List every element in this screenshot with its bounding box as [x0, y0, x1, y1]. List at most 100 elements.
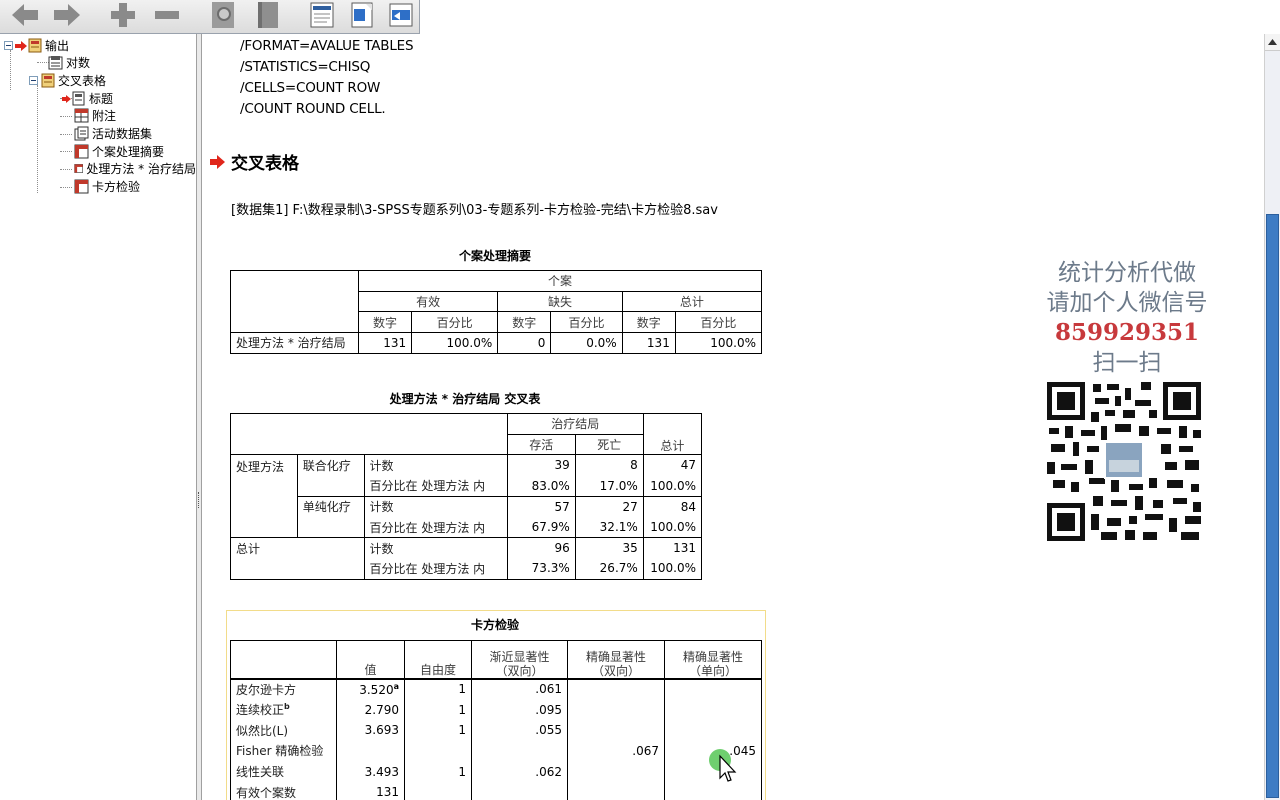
- cell: 131: [357, 332, 413, 354]
- tree-item-output[interactable]: 输出: [4, 37, 69, 54]
- pivot-table-icon: [74, 164, 84, 173]
- scroll-up-arrow-icon[interactable]: [1265, 34, 1280, 51]
- cell: 27: [574, 495, 644, 517]
- row-stat-label: 百分比在 处理方法 内: [363, 475, 508, 497]
- section-heading: 交叉表格: [210, 149, 299, 174]
- cell: 8: [574, 454, 644, 476]
- tree-item-chi-square[interactable]: 卡方检验: [74, 178, 140, 195]
- row-label: 有效个案数: [230, 781, 337, 800]
- document-text-icon: [389, 3, 413, 27]
- cell: [664, 781, 762, 800]
- cell: 96: [506, 537, 576, 559]
- tree-item-crosstabs[interactable]: 交叉表格: [29, 72, 106, 89]
- cell: 3.693: [336, 719, 405, 741]
- vertical-scrollbar[interactable]: [1264, 34, 1280, 800]
- col-header-line: 精确显著性: [585, 649, 646, 664]
- collapse-toggle-icon[interactable]: [4, 41, 13, 50]
- scroll-thumb[interactable]: [1266, 214, 1279, 798]
- cell: .061: [471, 678, 568, 700]
- tree-item-active-dataset[interactable]: 活动数据集: [74, 125, 152, 142]
- table-row: 百分比在 处理方法 内 83.0% 17.0% 100.0%: [231, 475, 703, 497]
- cell: 1: [404, 761, 472, 782]
- col-header-line: 渐近显著性: [489, 649, 550, 664]
- insert-title-button[interactable]: [344, 0, 380, 30]
- hide-button[interactable]: [250, 0, 286, 30]
- table-row: 百分比在 处理方法 内 73.3% 26.7% 100.0%: [230, 558, 703, 580]
- tree-label: 标题: [89, 92, 114, 106]
- arrow-left-icon: [12, 4, 38, 26]
- cell: 100.0%: [642, 516, 703, 539]
- show-button[interactable]: [206, 0, 242, 30]
- watermark-line: 请加个人微信号 859929351: [982, 288, 1272, 348]
- crosstab-table[interactable]: 治疗结局 总计 存活 死亡 处理方法 联合化疗 计数 39 8 47 百分比在 …: [230, 412, 703, 580]
- table-row: 有效个案数 131: [230, 781, 762, 800]
- col-header: 有效: [357, 290, 499, 313]
- watermark-line: 统计分析代做: [1058, 260, 1196, 286]
- table-row: 处理方法 联合化疗 计数 39 8 47: [230, 454, 703, 539]
- back-button[interactable]: [8, 0, 42, 30]
- cell: .095: [471, 699, 568, 720]
- insert-heading-button[interactable]: [304, 0, 340, 30]
- tree-item-log[interactable]: 对数: [48, 54, 90, 71]
- tree-item-case-summary[interactable]: 个案处理摘要: [74, 143, 164, 160]
- cell: [664, 678, 762, 700]
- collapse-toggle-icon[interactable]: [29, 76, 38, 85]
- minus-icon: [155, 11, 179, 19]
- magnifier-doc-icon: [212, 2, 234, 28]
- dataset-doc-icon: [74, 126, 89, 141]
- col-header: 总计: [642, 412, 703, 456]
- tree-label: 对数: [66, 56, 91, 70]
- document-title-icon: [351, 2, 373, 28]
- chi-square-table[interactable]: 值 自由度 渐近显著性 （双向） 精确显著性 （双向） 精确显著性 （单向） 皮…: [230, 640, 762, 800]
- tree-label: 交叉表格: [58, 74, 107, 88]
- toolbar-group-main: [0, 0, 420, 34]
- col-header-line: （双向）: [495, 663, 544, 678]
- row-var-label: 处理方法: [230, 454, 298, 539]
- cell: [567, 719, 665, 741]
- insert-text-button[interactable]: [384, 0, 418, 30]
- expand-button[interactable]: [106, 0, 140, 30]
- tree-item-title[interactable]: 标题: [62, 90, 113, 107]
- cell: .055: [471, 719, 568, 741]
- table-row: 皮尔逊卡方 3.520a 1 .061: [230, 678, 762, 700]
- notes-table-icon: [74, 108, 89, 123]
- output-book-icon: [28, 38, 42, 53]
- row-group-label: 单纯化疗: [296, 495, 365, 517]
- tree-item-notes[interactable]: 附注: [74, 107, 116, 124]
- case-summary-table[interactable]: 个案 有效 缺失 总计 数字 百分比 数字 百分比 数字 百分比 处理方法 * …: [230, 269, 763, 354]
- cell: 67.9%: [506, 516, 576, 539]
- dataset-path: [数据集1] F:\数程录制\3-SPSS专题系列\03-专题系列-卡方检验-完…: [231, 203, 718, 218]
- table-row: 处理方法 * 治疗结局 131 100.0% 0 0.0% 131 100.0%: [230, 332, 763, 354]
- tree-item-crosstab[interactable]: 处理方法 * 治疗结局: [74, 160, 196, 177]
- syntax-line: /FORMAT=AVALUE TABLES: [240, 38, 414, 54]
- cell: [567, 781, 665, 800]
- col-header: 缺失: [497, 290, 623, 313]
- col-header: 精确显著性 （单向）: [664, 640, 762, 680]
- collapse-button[interactable]: [150, 0, 184, 30]
- col-header: 数字: [497, 311, 552, 334]
- cell: 0: [497, 332, 552, 354]
- row-label: 处理方法 * 治疗结局: [230, 332, 359, 354]
- case-summary-title: 个案处理摘要: [458, 249, 531, 263]
- row-label-text: 连续校正: [236, 703, 285, 718]
- cell: [567, 678, 665, 700]
- cell: 57: [506, 495, 576, 517]
- col-header: 存活: [506, 433, 576, 456]
- closed-book-icon: [258, 2, 278, 28]
- cell: [471, 781, 568, 800]
- tree-label: 卡方检验: [92, 180, 141, 194]
- row-label-text: 皮尔逊卡方: [236, 682, 297, 697]
- row-group-label: 联合化疗: [296, 454, 365, 476]
- cell: 100.0%: [411, 332, 499, 354]
- tree-label: 处理方法 * 治疗结局: [86, 162, 196, 176]
- cell: 17.0%: [574, 475, 644, 497]
- col-header-line: 精确显著性: [682, 649, 743, 664]
- forward-button[interactable]: [50, 0, 84, 30]
- syntax-line: /CELLS=COUNT ROW: [240, 80, 381, 96]
- row-label: 连续校正b: [230, 699, 337, 720]
- cell: 1: [404, 699, 472, 720]
- cell: 3.493: [336, 761, 405, 782]
- cell-value: 3.520: [359, 682, 394, 697]
- col-header: 百分比: [674, 311, 763, 334]
- cell: 39: [506, 454, 576, 476]
